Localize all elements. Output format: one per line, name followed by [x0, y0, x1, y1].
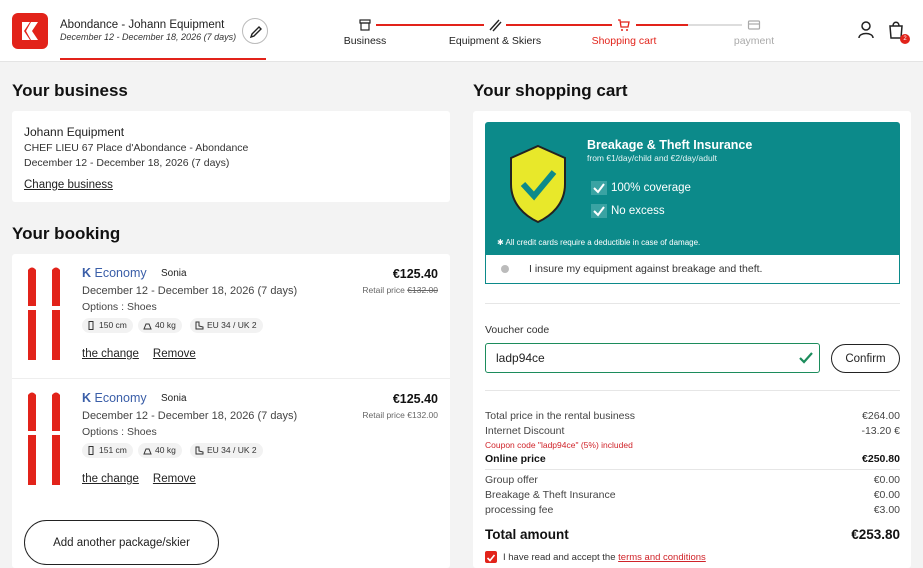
step-label: Shopping cart: [591, 35, 657, 47]
weight-icon: [143, 323, 152, 330]
insurance-title: Breakage & Theft Insurance: [587, 138, 753, 152]
insurance-toggle-label: I insure my equipment against breakage a…: [529, 263, 763, 275]
terms-checkbox[interactable]: [485, 551, 497, 563]
booking-options: Options : Shoes: [82, 426, 157, 438]
insurance-banner: Breakage & Theft Insurance from €1/day/c…: [485, 122, 900, 255]
shoe-size-chip: EU 34 / UK 2: [190, 318, 263, 333]
booking-dates: December 12 - December 18, 2026 (7 days): [82, 285, 298, 297]
top-header: Abondance - Johann Equipment December 12…: [0, 0, 923, 62]
step-label: Equipment & Skiers: [448, 35, 542, 47]
remove-link[interactable]: Remove: [153, 473, 196, 485]
confirm-voucher-button[interactable]: Confirm: [831, 344, 900, 373]
edit-shop-button[interactable]: [242, 18, 268, 44]
skis-image: [28, 267, 60, 360]
shoe-size-chip: EU 34 / UK 2: [190, 443, 263, 458]
skier-name: Sonia: [161, 268, 187, 279]
item-price: €125.40: [392, 267, 438, 281]
check-icon: [591, 204, 607, 218]
insurance-note: ✱ All credit cards require a deductible …: [497, 238, 701, 247]
skier-name: Sonia: [161, 393, 187, 404]
cart-heading: Your shopping cart: [473, 81, 628, 100]
terms-text: I have read and accept the terms and con…: [503, 552, 706, 563]
divider: [485, 390, 900, 391]
booking-dates: December 12 - December 18, 2026 (7 days): [82, 410, 298, 422]
change-link[interactable]: the change: [82, 473, 139, 485]
item-price: €125.40: [392, 392, 438, 406]
brand-logo[interactable]: [12, 13, 48, 49]
summary-row: processing fee €3.00: [485, 504, 900, 516]
summary-row: Internet Discount -13.20 €: [485, 425, 900, 437]
voucher-label: Voucher code: [485, 324, 550, 336]
step-payment: payment: [724, 18, 784, 47]
step-label: payment: [733, 35, 775, 47]
shop-name: Abondance - Johann Equipment: [60, 19, 225, 31]
user-icon[interactable]: [857, 20, 875, 40]
retail-price: Retail price €132.00: [362, 410, 438, 420]
summary-row: Breakage & Theft Insurance €0.00: [485, 489, 900, 501]
business-heading: Your business: [12, 81, 128, 100]
package-label: Economy: [94, 266, 147, 280]
weight-chip: 40 kg: [138, 443, 182, 458]
package-label: Economy: [94, 391, 147, 405]
height-chip: 150 cm: [82, 318, 133, 333]
booking-actions: the change Remove: [82, 473, 210, 485]
change-business-link[interactable]: Change business: [24, 179, 113, 191]
cart-count-badge: 2: [900, 34, 910, 44]
shoe-icon: [195, 446, 204, 455]
step-equipment[interactable]: Equipment & Skiers: [442, 18, 548, 47]
business-dates: December 12 - December 18, 2026 (7 days): [24, 157, 230, 169]
booking-heading: Your booking: [12, 224, 121, 243]
cart-icon: [618, 19, 630, 31]
booking-options: Options : Shoes: [82, 301, 157, 313]
valid-check-icon: [799, 352, 813, 364]
summary-row: Total price in the rental business €264.0…: [485, 410, 900, 422]
step-business[interactable]: Business: [334, 18, 396, 47]
card-icon: [747, 20, 761, 30]
insurance-point: 100% coverage: [591, 181, 691, 195]
summary-row: Group offer €0.00: [485, 474, 900, 486]
shop-underline: [60, 58, 266, 60]
voucher-input[interactable]: ladp94ce: [485, 343, 820, 373]
pencil-icon: [249, 26, 262, 39]
skis-icon: [489, 19, 502, 32]
ruler-icon: [88, 321, 94, 330]
booking-item: K Economy Sonia December 12 - December 1…: [12, 379, 450, 503]
coupon-note: Coupon code "ladp94ce" (5%) included: [485, 440, 633, 450]
booking-item: K Economy Sonia December 12 - December 1…: [12, 254, 450, 378]
business-address: CHEF LIEU 67 Place d'Abondance - Abondan…: [24, 142, 249, 154]
shield-check-icon: [510, 144, 566, 224]
divider: [485, 469, 900, 470]
terms-link[interactable]: terms and conditions: [618, 552, 706, 563]
add-package-button[interactable]: Add another package/skier: [24, 520, 219, 565]
insurance-subtitle: from €1/day/child and €2/day/adult: [587, 153, 717, 163]
remove-link[interactable]: Remove: [153, 348, 196, 360]
summary-row: Online price €250.80: [485, 453, 900, 465]
divider: [485, 303, 900, 304]
package-name[interactable]: K Economy: [82, 391, 147, 405]
weight-chip: 40 kg: [138, 318, 182, 333]
package-name[interactable]: K Economy: [82, 266, 147, 280]
step-shopping-cart[interactable]: Shopping cart: [584, 18, 664, 47]
store-icon: [359, 19, 371, 31]
toggle-switch[interactable]: [501, 265, 509, 273]
weight-icon: [143, 448, 152, 455]
package-logo-icon: K: [82, 266, 92, 280]
business-card: Johann Equipment CHEF LIEU 67 Place d'Ab…: [12, 111, 450, 202]
ruler-icon: [88, 446, 94, 455]
shoe-icon: [195, 321, 204, 330]
skis-image: [28, 392, 60, 485]
total-amount: Total amount €253.80: [485, 527, 900, 542]
shop-dates: December 12 - December 18, 2026 (7 days): [60, 32, 237, 42]
check-icon: [591, 181, 607, 195]
booking-actions: the change Remove: [82, 348, 210, 360]
step-label: Business: [343, 35, 387, 47]
change-link[interactable]: the change: [82, 348, 139, 360]
height-chip: 151 cm: [82, 443, 133, 458]
package-logo-icon: K: [82, 391, 92, 405]
insurance-toggle[interactable]: I insure my equipment against breakage a…: [485, 255, 900, 284]
business-name: Johann Equipment: [24, 125, 125, 139]
insurance-point: No excess: [591, 204, 665, 218]
retail-price: Retail price €132.00: [362, 285, 438, 295]
